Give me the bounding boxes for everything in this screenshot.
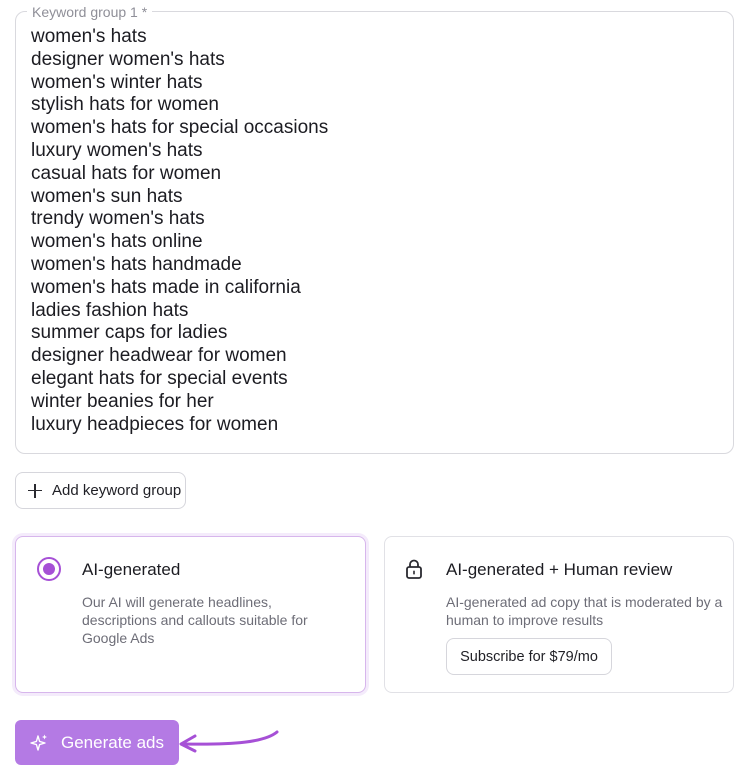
keyword-group-field[interactable]: Keyword group 1 * women's hats designer … [15, 3, 734, 454]
lock-icon [406, 559, 422, 579]
add-keyword-group-label: Add keyword group [52, 482, 182, 499]
keyword-item: women's hats handmade [31, 253, 242, 275]
arrow-annotation-icon [179, 730, 279, 753]
keyword-item: luxury headpieces for women [31, 413, 279, 435]
generate-ads-button[interactable]: Generate ads [15, 720, 179, 765]
keyword-item: casual hats for women [31, 162, 222, 184]
option-ai-description: Our AI will generate headlines, descript… [82, 594, 308, 646]
keyword-item: elegant hats for special events [31, 367, 288, 389]
option-ai-title: AI-generated [82, 560, 181, 579]
keyword-item: ladies fashion hats [31, 299, 189, 321]
keyword-group-legend: Keyword group 1 * [27, 3, 153, 21]
generate-ads-label: Generate ads [61, 732, 165, 752]
keyword-item: women's winter hats [31, 71, 203, 93]
keyword-item: women's hats made in california [31, 276, 301, 298]
radio-selected-icon[interactable] [37, 557, 61, 581]
keyword-item: stylish hats for women [31, 94, 219, 116]
keyword-item: women's sun hats [31, 185, 183, 207]
keyword-item: designer women's hats [31, 48, 225, 70]
option-human-title: AI-generated + Human review [446, 560, 673, 579]
keyword-list[interactable]: women's hats designer women's hats women… [31, 26, 328, 436]
keyword-item: summer caps for ladies [31, 322, 228, 344]
option-ai-generated[interactable]: AI-generated Our AI will generate headli… [15, 536, 366, 693]
keyword-item: women's hats [31, 26, 147, 47]
subscribe-button[interactable]: Subscribe for $79/mo [446, 638, 612, 675]
add-keyword-group-button[interactable]: Add keyword group [15, 472, 186, 509]
keyword-item: women's hats online [31, 231, 203, 253]
keyword-item: luxury women's hats [31, 139, 203, 161]
plus-icon [28, 483, 42, 498]
keyword-item: winter beanies for her [31, 390, 214, 412]
keyword-item: women's hats for special occasions [31, 117, 329, 139]
option-human-description: AI-generated ad copy that is moderated b… [446, 594, 723, 628]
keyword-item: trendy women's hats [31, 208, 205, 230]
sparkle-icon [30, 734, 47, 751]
keyword-item: designer headwear for women [31, 345, 287, 367]
option-ai-human-review[interactable]: AI-generated + Human review AI-generated… [384, 536, 734, 693]
